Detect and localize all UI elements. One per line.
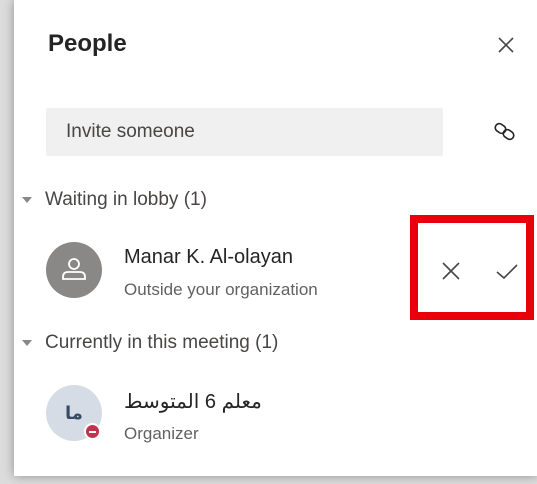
highlight-box: [410, 215, 534, 320]
chevron-down-icon: [22, 197, 32, 203]
avatar: [46, 242, 102, 298]
panel-title: People: [48, 30, 127, 57]
meeting-person-subtitle: Organizer: [124, 424, 199, 443]
lobby-person-subtitle: Outside your organization: [124, 280, 318, 299]
chevron-down-icon: [22, 340, 32, 346]
meeting-section-label: Currently in this meeting (1): [45, 332, 279, 353]
meeting-section-header[interactable]: Currently in this meeting (1): [22, 330, 278, 356]
copy-link-button[interactable]: [491, 118, 519, 146]
avatar-initials: ما: [65, 402, 83, 424]
person-icon: [62, 258, 86, 280]
link-icon: [494, 122, 515, 141]
presence-dnd-icon: [84, 423, 101, 440]
invite-input[interactable]: [46, 108, 443, 156]
lobby-section-header[interactable]: Waiting in lobby (1): [22, 187, 207, 213]
close-icon: [498, 37, 514, 53]
meeting-person-name: معلم 6 المتوسط: [124, 391, 262, 413]
close-button[interactable]: [494, 33, 518, 57]
lobby-person-name: Manar K. Al-olayan: [124, 246, 293, 268]
lobby-section-label: Waiting in lobby (1): [45, 189, 207, 210]
